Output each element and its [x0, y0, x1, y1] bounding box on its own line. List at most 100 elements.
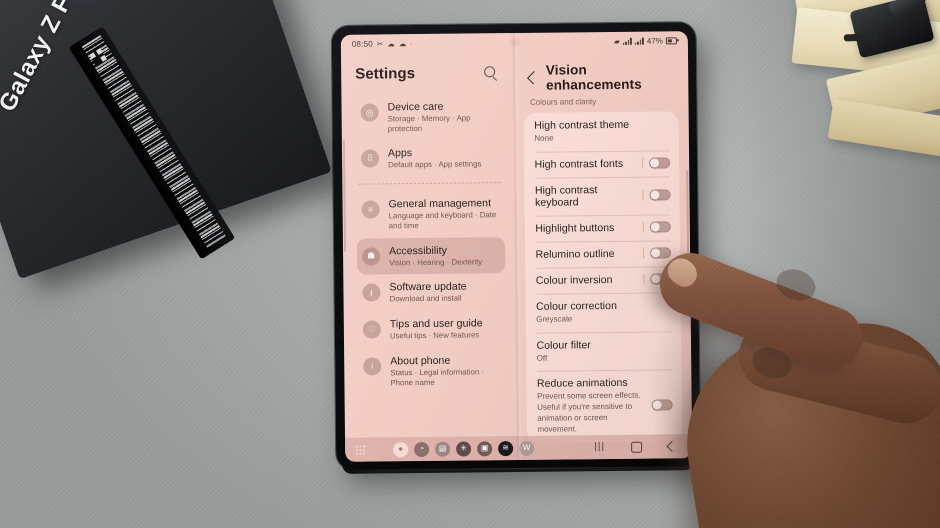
- setting-label: High contrast fonts: [534, 157, 624, 171]
- sidebar-item-label: Device care: [387, 100, 444, 114]
- detail-page-title: Vision enhancements: [545, 62, 642, 93]
- signal-bars-icon: [634, 37, 644, 45]
- recents-button[interactable]: |||: [594, 441, 605, 452]
- settings-left-pane: Settings ◎ Device care Storage · Memory …: [341, 52, 519, 438]
- vision-enhancements-header: Vision enhancements Colours and clarity: [518, 50, 680, 109]
- camera-app-icon[interactable]: ▣: [477, 440, 493, 456]
- toggle-separator: [643, 273, 645, 285]
- toggle-separator: [642, 189, 644, 201]
- battery-percent-label: 47%: [646, 36, 663, 46]
- messages-app-icon[interactable]: ●: [393, 441, 409, 457]
- signal-bars-icon: [622, 37, 632, 45]
- galaxy-z-fold-phone: 08:50 ✂ ☁ ☁ · ▰ 47% Settings ◎ Device ca…: [331, 22, 701, 474]
- phone-body: 08:50 ✂ ☁ ☁ · ▰ 47% Settings ◎ Device ca…: [331, 22, 701, 470]
- taskbar: ✆ 1 ● ◔ ▤ ✳ ▣ ≋ W |||: [344, 434, 693, 462]
- toggle-high-contrast-keyboard[interactable]: [649, 189, 671, 201]
- battery-icon: [665, 37, 677, 45]
- sidebar-item-label: Tips and user guide: [389, 317, 483, 331]
- browser-app-icon[interactable]: ◔: [414, 441, 430, 457]
- accessibility-icon: ☗: [362, 247, 381, 266]
- status-time: 08:50: [351, 39, 373, 49]
- setting-label: Relumino outline: [535, 247, 615, 261]
- device-care-icon: ◎: [360, 103, 379, 122]
- screenshot-scene: Galaxy Z Fold6 08:50 ✂ ☁ ☁ ·: [0, 0, 940, 528]
- sidebar-item-subtitle: Download and install: [389, 293, 462, 304]
- browser-app-glyph: ◔: [419, 443, 425, 454]
- setting-value: None: [534, 133, 554, 143]
- setting-label: Reduce animations: [536, 377, 628, 391]
- setting-label: Colour filter: [536, 338, 591, 352]
- camera-app-glyph: ▣: [480, 443, 489, 453]
- setting-row-high-contrast-fonts[interactable]: High contrast fonts: [524, 150, 680, 178]
- w-app-glyph: W: [522, 442, 531, 452]
- sidebar-item-about-phone[interactable]: i About phone Status · Legal information…: [358, 347, 506, 395]
- sidebar-item-label: Apps: [387, 147, 413, 160]
- phone-screen: 08:50 ✂ ☁ ☁ · ▰ 47% Settings ◎ Device ca…: [340, 31, 693, 462]
- general-management-icon: ≡: [361, 200, 380, 219]
- sidebar-item-accessibility[interactable]: ☗ Accessibility Vision · Hearing · Dexte…: [356, 236, 505, 276]
- setting-row-high-contrast-theme[interactable]: High contrast theme None: [523, 111, 679, 151]
- toggle-highlight-buttons[interactable]: [649, 221, 671, 233]
- cloud-icon: ☁: [387, 39, 395, 49]
- settings-header: Settings: [355, 52, 503, 95]
- cloud-icon: ☁: [398, 38, 407, 48]
- left-pane-scrollbar[interactable]: [342, 139, 347, 252]
- sidebar-item-general-management[interactable]: ≡ General management Language and keyboa…: [356, 190, 504, 238]
- sidebar-item-label: Software update: [389, 280, 467, 294]
- sidebar-item-subtitle: Useful tips · New features: [389, 330, 480, 341]
- toggle-high-contrast-fonts[interactable]: [649, 157, 671, 169]
- setting-label: Colour correction: [536, 299, 618, 313]
- about-phone-icon: i: [363, 357, 382, 376]
- notes-app-icon[interactable]: ▤: [435, 441, 451, 457]
- wifi-icon: ▰: [614, 36, 620, 46]
- setting-row-high-contrast-keyboard[interactable]: High contrast keyboard: [524, 176, 680, 216]
- setting-label: Highlight buttons: [535, 221, 615, 235]
- dot-icon: ·: [410, 38, 413, 48]
- software-update-icon: ⭳: [362, 283, 381, 303]
- hand: [626, 238, 940, 528]
- setting-label: High contrast keyboard: [534, 183, 598, 209]
- sidebar-item-subtitle: Language and keyboard · Date and time: [388, 210, 497, 231]
- w-app-icon[interactable]: W: [519, 440, 535, 456]
- taskbar-apps: ✆ 1 ● ◔ ▤ ✳ ▣ ≋ W: [355, 440, 535, 457]
- spotify-app-icon[interactable]: ≋: [498, 440, 514, 456]
- sidebar-item-label: About phone: [390, 354, 451, 368]
- toggle-separator: [642, 221, 644, 233]
- search-icon[interactable]: [484, 66, 497, 79]
- apps-grid-icon[interactable]: [355, 444, 367, 456]
- sidebar-item-label: General management: [388, 197, 492, 211]
- sidebar-item-device-care[interactable]: ◎ Device care Storage · Memory · App pro…: [355, 93, 503, 141]
- setting-label: High contrast theme: [534, 118, 630, 132]
- split-screen-panes: Settings ◎ Device care Storage · Memory …: [341, 50, 692, 443]
- snowflake-app-icon[interactable]: ✳: [456, 440, 472, 457]
- setting-label: Colour inversion: [535, 273, 613, 287]
- setting-value: Off: [536, 353, 548, 363]
- sidebar-item-subtitle: Default apps · App settings: [388, 159, 482, 170]
- home-icon[interactable]: [631, 441, 643, 453]
- section-label: Colours and clarity: [529, 97, 597, 107]
- notes-app-glyph: ▤: [438, 443, 447, 453]
- setting-value: Greyscale: [536, 314, 573, 324]
- scissors-icon: ✂: [376, 39, 384, 49]
- status-bar-right: ▰ 47%: [614, 36, 677, 46]
- messages-app-glyph: ●: [398, 444, 404, 454]
- sidebar-item-label: Accessibility: [388, 244, 447, 258]
- sidebar-item-subtitle: Storage · Memory · App protection: [387, 113, 471, 134]
- back-chevron-icon[interactable]: [526, 71, 541, 85]
- sidebar-item-software-update[interactable]: ⭳ Software update Download and install: [357, 274, 505, 312]
- sidebar-item-subtitle: Vision · Hearing · Dexterity: [389, 257, 483, 268]
- product-box: Galaxy Z Fold6: [0, 0, 332, 280]
- page-title: Settings: [355, 65, 416, 83]
- clip-arm: [887, 0, 932, 19]
- toggle-separator: [643, 247, 645, 259]
- toggle-separator: [642, 157, 644, 169]
- sidebar-item-apps[interactable]: ⠿ Apps Default apps · App settings: [356, 140, 504, 178]
- menu-divider: [358, 182, 500, 185]
- sidebar-item-subtitle: Status · Legal information · Phone name: [390, 367, 484, 387]
- tips-icon: ♡: [362, 320, 381, 339]
- spotify-app-glyph: ≋: [502, 443, 510, 453]
- under-display-camera-icon: [507, 35, 521, 50]
- setting-description: Prevent some screen effects. Useful if y…: [537, 391, 641, 434]
- sidebar-item-tips-and-user-guide[interactable]: ♡ Tips and user guide Useful tips · New …: [358, 310, 506, 348]
- status-bar-left: 08:50 ✂ ☁ ☁ ·: [352, 39, 413, 49]
